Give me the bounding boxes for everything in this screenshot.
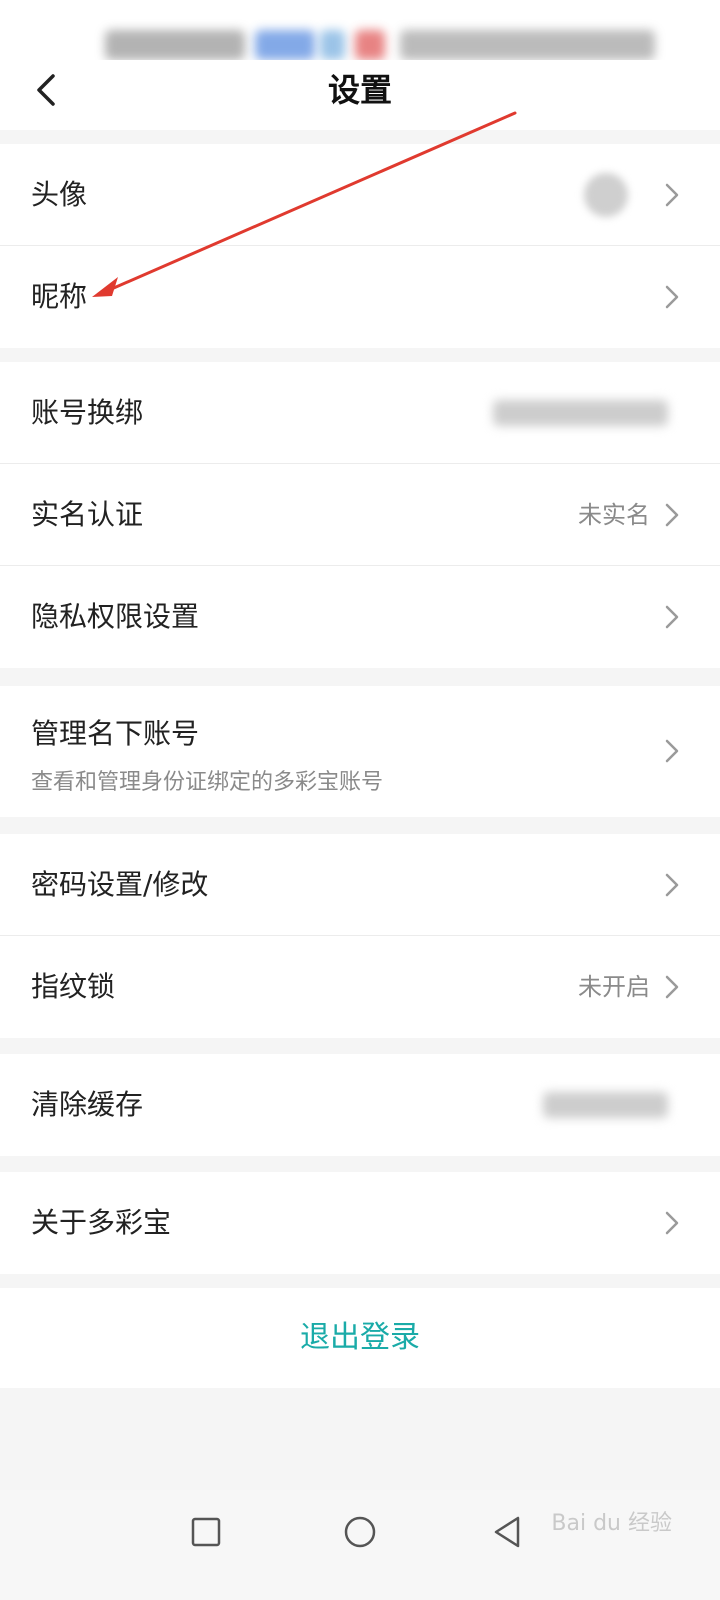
recent-apps-square-icon[interactable] xyxy=(184,1510,228,1554)
status-bar-blurred-content xyxy=(105,30,245,60)
row-label: 清除缓存 xyxy=(31,1088,144,1121)
row-label: 昵称 xyxy=(31,280,88,313)
status-bar-blurred-right xyxy=(400,30,655,60)
nav-header: 设置 xyxy=(0,60,720,130)
chevron-right-icon xyxy=(665,1211,679,1235)
settings-group-cache: 清除缓存 xyxy=(0,1054,720,1156)
row-label: 关于多彩宝 xyxy=(31,1206,172,1239)
row-label: 账号换绑 xyxy=(31,396,144,429)
settings-row-avatar[interactable]: 头像 xyxy=(0,144,720,246)
row-label: 实名认证 xyxy=(31,498,144,531)
chevron-right-icon xyxy=(665,183,679,207)
settings-row-about[interactable]: 关于多彩宝 xyxy=(0,1172,720,1274)
chevron-right-icon xyxy=(665,503,679,527)
row-label: 头像 xyxy=(31,178,88,211)
settings-row-clear-cache[interactable]: 清除缓存 xyxy=(0,1054,720,1156)
row-label: 管理名下账号 xyxy=(31,717,200,750)
settings-row-nickname[interactable]: 昵称 xyxy=(0,246,720,348)
status-bar-blurred-icons xyxy=(255,30,315,60)
settings-row-privacy-permissions[interactable]: 隐私权限设置 xyxy=(0,566,720,668)
page-title: 设置 xyxy=(327,71,392,109)
avatar xyxy=(584,173,628,217)
settings-row-manage-accounts[interactable]: 管理名下账号 查看和管理身份证绑定的多彩宝账号 xyxy=(0,686,720,817)
row-label: 隐私权限设置 xyxy=(31,600,200,633)
chevron-right-icon xyxy=(665,285,679,309)
settings-group-about: 关于多彩宝 xyxy=(0,1172,720,1274)
row-value: 未开启 xyxy=(578,973,650,1001)
settings-row-real-name-verification[interactable]: 实名认证 未实名 xyxy=(0,464,720,566)
row-value: 未实名 xyxy=(578,501,650,529)
chevron-right-icon xyxy=(665,605,679,629)
row-label: 密码设置/修改 xyxy=(31,868,209,901)
settings-group-security: 密码设置/修改 指纹锁 未开启 xyxy=(0,834,720,1038)
row-value-blurred xyxy=(543,1092,668,1118)
settings-row-password[interactable]: 密码设置/修改 xyxy=(0,834,720,936)
chevron-right-icon xyxy=(665,739,679,763)
row-value-blurred xyxy=(493,400,668,426)
status-bar-blurred-icons-3 xyxy=(355,30,385,60)
settings-row-fingerprint-lock[interactable]: 指纹锁 未开启 xyxy=(0,936,720,1038)
status-bar xyxy=(0,0,720,60)
row-label: 指纹锁 xyxy=(31,970,116,1003)
settings-row-rebind-account[interactable]: 账号换绑 xyxy=(0,362,720,464)
back-triangle-icon[interactable] xyxy=(486,1510,530,1554)
logout-button[interactable]: 退出登录 xyxy=(0,1288,720,1388)
settings-group-manage-accounts: 管理名下账号 查看和管理身份证绑定的多彩宝账号 xyxy=(0,686,720,817)
system-nav-bar xyxy=(0,1490,720,1600)
settings-group-account: 账号换绑 实名认证 未实名 隐私权限设置 xyxy=(0,362,720,668)
chevron-right-icon xyxy=(665,975,679,999)
chevron-right-icon xyxy=(665,873,679,897)
settings-group-profile: 头像 昵称 xyxy=(0,144,720,348)
home-circle-icon[interactable] xyxy=(338,1510,382,1554)
row-subtitle: 查看和管理身份证绑定的多彩宝账号 xyxy=(31,770,384,795)
status-bar-blurred-icons-2 xyxy=(320,30,345,60)
